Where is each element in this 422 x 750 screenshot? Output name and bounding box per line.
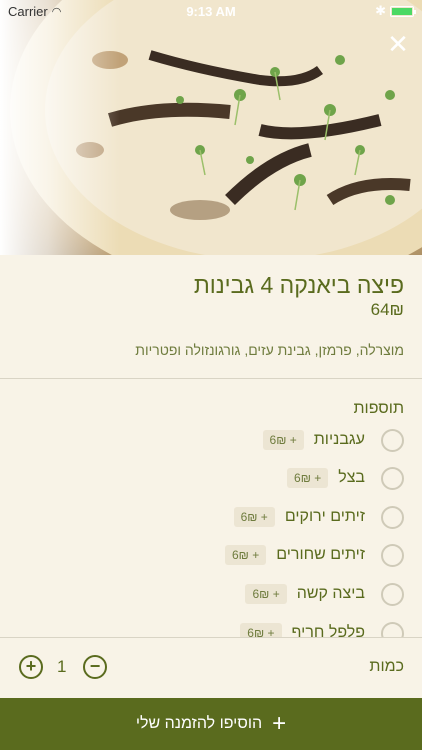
addon-radio[interactable] [381,582,404,606]
addon-price: + 6₪ [224,545,267,565]
item-info: פיצה ביאנקה 4 גבינות 64₪ מוצרלה, פרמזן, … [0,255,422,379]
addon-name: עגבניות [313,431,365,448]
addon-radio[interactable] [381,543,404,567]
addon-price: + 6₪ [233,507,275,527]
addon-name: פלפל חריף [291,624,365,637]
addon-item[interactable]: ביצה קשה + 6₪ [245,580,404,608]
increment-button[interactable]: + [19,655,43,679]
item-title: פיצה ביאנקה 4 גבינות [193,272,404,298]
hero-image: Carrier ◠ 9:13 AM ✱ ✕ [0,0,422,255]
addons-section: תוספות עגבניות + 6₪ בצל + 6₪ זיתים ירוקי… [0,379,422,637]
add-to-order-button[interactable]: + הוסיפו להזמנה שלי [0,698,422,750]
quantity-bar: כמות + 1 − [0,638,422,698]
addon-name: זיתים ירוקים [284,508,365,525]
addon-radio[interactable] [381,466,404,490]
bluetooth-icon: ✱ [375,3,386,18]
addon-item[interactable]: פלפל חריף + 6₪ [240,619,404,637]
carrier-label: Carrier [8,3,48,19]
addon-radio[interactable] [381,505,404,529]
plus-icon: + [272,710,287,737]
addon-item[interactable]: זיתים שחורים + 6₪ [224,541,404,569]
addons-title: תוספות [353,400,404,417]
quantity-value: 1 [57,657,67,676]
addon-price: + 6₪ [245,584,287,604]
status-bar: Carrier ◠ 9:13 AM ✱ [0,0,422,22]
close-button[interactable]: ✕ [386,31,410,57]
status-time: 9:13 AM [186,3,236,19]
addon-price: + 6₪ [262,430,304,450]
addon-price: + 6₪ [240,623,282,637]
item-price: 64₪ [370,300,404,319]
item-description: מוצרלה, פרמזן, גבינת עזים, גורגונזולה ופ… [135,342,404,358]
status-right: ✱ [375,3,416,19]
wifi-icon: ◠ [51,5,62,18]
quantity-label: כמות [369,658,404,675]
status-left: Carrier ◠ [8,4,61,19]
addon-name: ביצה קשה [296,585,365,602]
addon-name: זיתים שחורים [276,546,365,563]
battery-icon [390,5,416,17]
addon-radio[interactable] [381,621,404,637]
add-to-order-label: הוסיפו להזמנה שלי [135,715,263,732]
addon-item[interactable]: בצל + 6₪ [287,464,404,492]
addon-name: בצל [338,469,365,486]
hero-fade [0,0,120,255]
addon-radio[interactable] [381,428,404,452]
addon-item[interactable]: זיתים ירוקים + 6₪ [233,503,404,531]
decrement-button[interactable]: − [83,655,107,679]
addon-price: + 6₪ [287,468,329,488]
addon-item[interactable]: עגבניות + 6₪ [262,426,404,454]
